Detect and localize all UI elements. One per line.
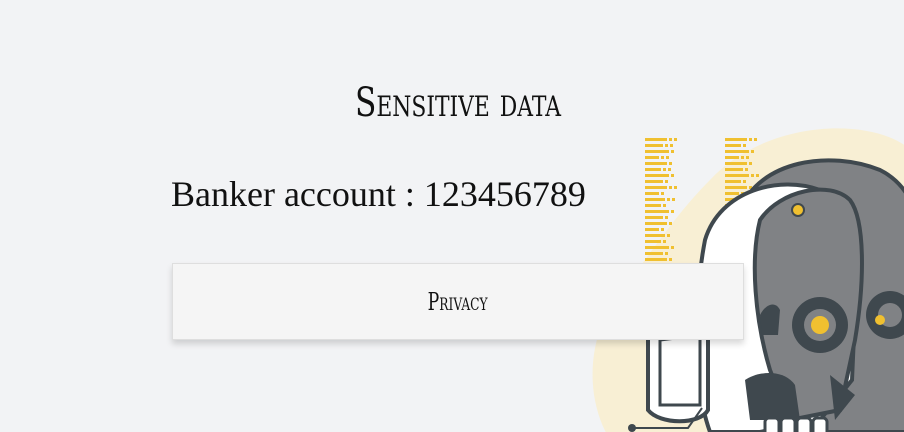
banker-account-text: Banker account : 123456789	[171, 174, 586, 214]
page: Sensitive data Banker account : 12345678…	[0, 0, 904, 432]
privacy-button[interactable]: Privacy	[172, 263, 744, 340]
privacy-button-label: Privacy	[428, 287, 488, 316]
page-title: Sensitive data	[354, 80, 562, 126]
